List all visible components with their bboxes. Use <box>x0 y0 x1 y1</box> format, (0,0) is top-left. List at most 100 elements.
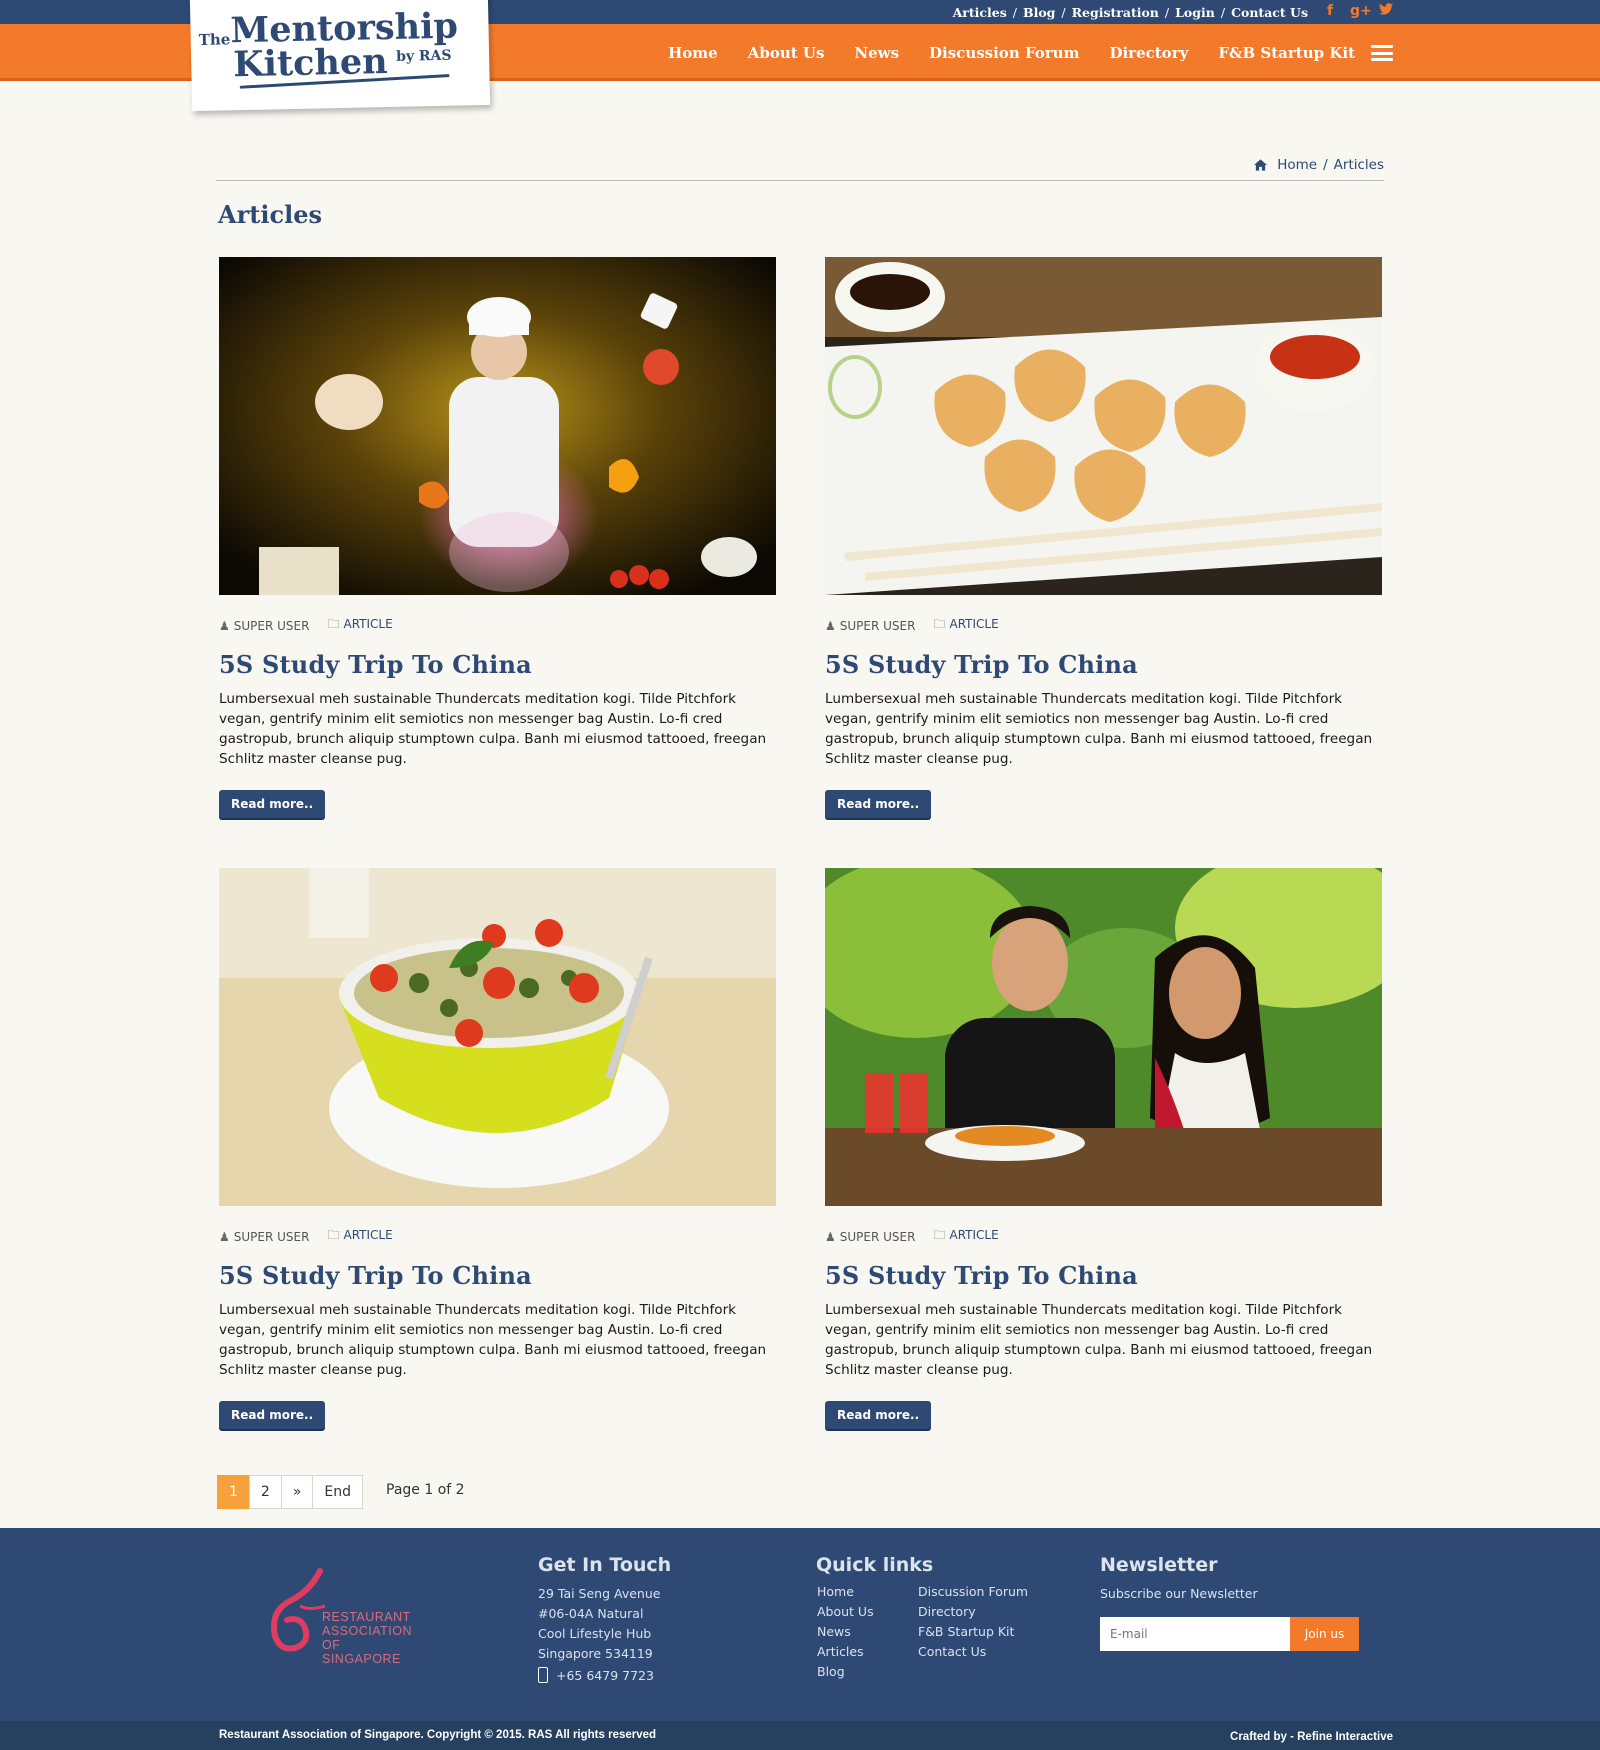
breadcrumb: Home / Articles <box>1254 157 1384 173</box>
quicklinks-col2: Discussion Forum Directory F&B Startup K… <box>918 1582 1028 1662</box>
article-author: SUPER USER <box>233 1229 310 1244</box>
ras-logo-line3: SINGAPORE <box>322 1652 401 1666</box>
article-excerpt: Lumbersexual meh sustainable Thundercats… <box>219 691 767 767</box>
address-line: Cool Lifestyle Hub <box>538 1626 652 1641</box>
nav-discussion-forum[interactable]: Discussion Forum <box>929 44 1079 62</box>
read-more-button[interactable]: Read more.. <box>219 1401 326 1429</box>
user-icon: ♟ <box>825 618 836 633</box>
footer-ras-logo[interactable]: RESTAURANT ASSOCIATION OF SINGAPORE <box>270 1566 420 1666</box>
article-image-chef[interactable] <box>219 257 776 595</box>
copyright-text: Restaurant Association of Singapore. Cop… <box>219 1729 657 1741</box>
page-info: Page 1 of 2 <box>386 1482 465 1498</box>
footer <box>0 1528 1600 1721</box>
folder-icon: 🗀 <box>327 617 340 631</box>
nav-directory[interactable]: Directory <box>1109 44 1188 62</box>
quicklink-discussion-forum[interactable]: Discussion Forum <box>918 1582 1028 1602</box>
folder-icon: 🗀 <box>933 1228 946 1242</box>
read-more-button[interactable]: Read more.. <box>825 1401 932 1429</box>
footer-phone[interactable]: +65 6479 7723 <box>556 1668 654 1683</box>
quicklink-home[interactable]: Home <box>817 1582 874 1602</box>
article-card: ♟ SUPER USER 🗀 ARTICLE 5S Study Trip To Ch… <box>825 868 1382 1429</box>
quicklink-contact[interactable]: Contact Us <box>918 1642 1028 1662</box>
nav-home[interactable]: Home <box>668 44 718 62</box>
article-card: ♟ SUPER USER 🗀 ARTICLE 5S Study Trip To Ch… <box>825 257 1382 818</box>
footer-quicklinks-heading: Quick links <box>816 1554 934 1576</box>
article-meta: ♟ SUPER USER 🗀 ARTICLE <box>219 615 776 636</box>
toplink-registration[interactable]: Registration <box>1072 5 1159 20</box>
article-category[interactable]: ARTICLE <box>949 1228 998 1242</box>
article-image-dumplings[interactable] <box>825 257 1382 595</box>
newsletter-email-input[interactable] <box>1100 1617 1291 1651</box>
quicklink-directory[interactable]: Directory <box>918 1602 1028 1622</box>
article-excerpt: Lumbersexual meh sustainable Thundercats… <box>825 1302 1373 1378</box>
footer-contact-heading: Get In Touch <box>538 1554 672 1576</box>
social-links: f g+ <box>1322 3 1394 19</box>
google-plus-icon[interactable]: g+ <box>1350 3 1372 19</box>
folder-icon: 🗀 <box>327 1228 340 1242</box>
twitter-icon[interactable] <box>1378 3 1394 19</box>
article-title[interactable]: 5S Study Trip To China <box>825 650 1382 679</box>
folder-icon: 🗀 <box>933 617 946 631</box>
nav-news[interactable]: News <box>854 44 899 62</box>
toplink-contact[interactable]: Contact Us <box>1231 5 1308 20</box>
breadcrumb-home[interactable]: Home <box>1277 157 1317 173</box>
page-2-button[interactable]: 2 <box>248 1475 282 1509</box>
footer-contact: Get In Touch 29 Tai Seng Avenue #06-04A … <box>538 1554 671 1683</box>
user-icon: ♟ <box>219 618 230 633</box>
toplink-articles[interactable]: Articles <box>953 5 1007 20</box>
nav-about[interactable]: About Us <box>748 44 825 62</box>
address-line: Singapore 534119 <box>538 1646 653 1661</box>
breadcrumb-divider <box>216 180 1384 181</box>
footer-newsletter: Newsletter Subscribe our Newsletter <box>1100 1554 1258 1604</box>
article-category[interactable]: ARTICLE <box>343 617 392 631</box>
read-more-button[interactable]: Read more.. <box>219 790 326 818</box>
article-title[interactable]: 5S Study Trip To China <box>825 1261 1382 1290</box>
facebook-icon[interactable]: f <box>1322 3 1338 19</box>
end-page-button[interactable]: End <box>312 1475 364 1509</box>
ras-logo-line1: RESTAURANT <box>322 1610 411 1624</box>
crafted-by-text[interactable]: Crafted by - Refine Interactive <box>1230 1731 1393 1743</box>
toplink-login[interactable]: Login <box>1175 5 1215 20</box>
user-icon: ♟ <box>825 1229 836 1244</box>
article-title[interactable]: 5S Study Trip To China <box>219 650 776 679</box>
quicklink-blog[interactable]: Blog <box>817 1662 874 1682</box>
article-excerpt: Lumbersexual meh sustainable Thundercats… <box>825 691 1373 767</box>
article-meta: ♟ SUPER USER 🗀 ARTICLE <box>825 1226 1382 1247</box>
article-card: ♟ SUPER USER 🗀 ARTICLE 5S Study Trip To Ch… <box>219 868 776 1429</box>
quicklink-articles[interactable]: Articles <box>817 1642 874 1662</box>
article-excerpt: Lumbersexual meh sustainable Thundercats… <box>219 1302 767 1378</box>
main-nav: Home About Us News Discussion Forum Dire… <box>668 44 1355 62</box>
ras-logo-line2: ASSOCIATION OF <box>322 1624 413 1652</box>
article-category[interactable]: ARTICLE <box>343 1228 392 1242</box>
article-category[interactable]: ARTICLE <box>949 617 998 631</box>
site-logo[interactable]: The Mentorship Kitchen by RAS <box>189 0 491 112</box>
phone-icon <box>538 1667 548 1683</box>
footer-newsletter-heading: Newsletter <box>1100 1554 1218 1576</box>
home-icon <box>1254 159 1268 171</box>
quicklink-news[interactable]: News <box>817 1622 874 1642</box>
article-author: SUPER USER <box>839 618 916 633</box>
article-image-couple[interactable] <box>825 868 1382 1206</box>
quicklink-startup-kit[interactable]: F&B Startup Kit <box>918 1622 1028 1642</box>
article-author: SUPER USER <box>233 618 310 633</box>
breadcrumb-separator: / <box>1323 157 1328 173</box>
footer-bottom-bar: Restaurant Association of Singapore. Cop… <box>0 1721 1600 1750</box>
article-card: ♟ SUPER USER 🗀 ARTICLE 5S Study Trip To Ch… <box>219 257 776 818</box>
next-page-button[interactable]: » <box>280 1475 314 1509</box>
article-title[interactable]: 5S Study Trip To China <box>219 1261 776 1290</box>
address-line: 29 Tai Seng Avenue <box>538 1586 661 1601</box>
newsletter-join-button[interactable]: Join us <box>1290 1617 1359 1651</box>
breadcrumb-current: Articles <box>1333 157 1384 173</box>
quicklink-about[interactable]: About Us <box>817 1602 874 1622</box>
hamburger-menu-icon[interactable] <box>1371 45 1393 61</box>
page-title: Articles <box>218 200 322 229</box>
nav-startup-kit[interactable]: F&B Startup Kit <box>1218 44 1355 62</box>
user-icon: ♟ <box>219 1229 230 1244</box>
pagination: 1 2 » End <box>217 1475 364 1509</box>
newsletter-subtitle: Subscribe our Newsletter <box>1100 1586 1258 1601</box>
logo-by: by RAS <box>395 47 452 65</box>
read-more-button[interactable]: Read more.. <box>825 790 932 818</box>
page-1-button[interactable]: 1 <box>217 1475 250 1509</box>
article-image-pasta[interactable] <box>219 868 776 1206</box>
toplink-blog[interactable]: Blog <box>1023 5 1055 20</box>
